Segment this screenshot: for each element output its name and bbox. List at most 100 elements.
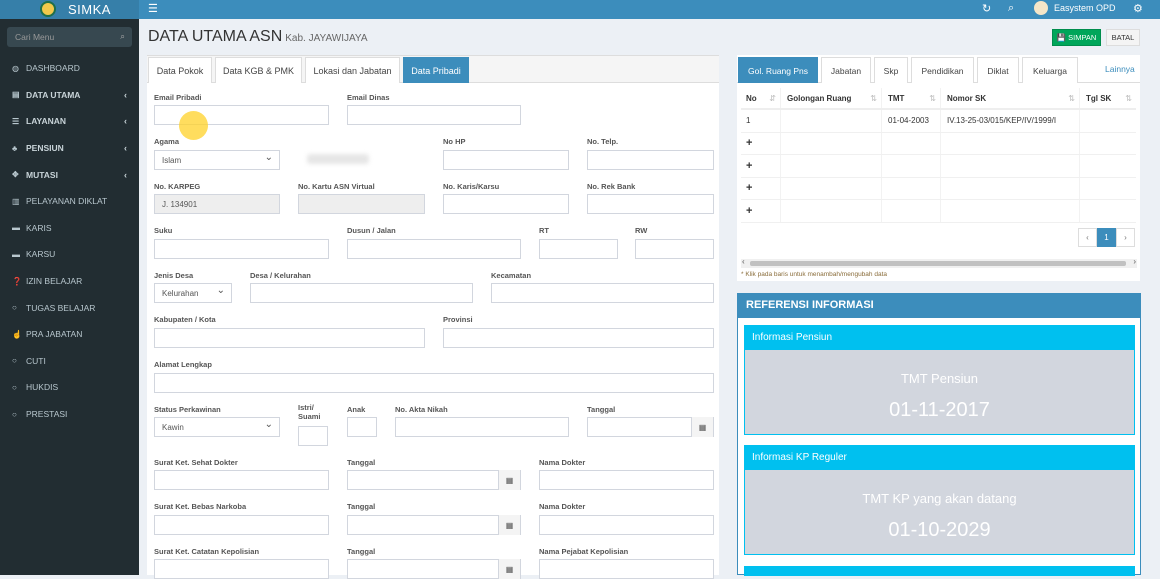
akta-input[interactable] xyxy=(395,417,569,437)
anak-input[interactable] xyxy=(347,417,377,437)
calendar-icon[interactable]: ▦ xyxy=(498,470,520,490)
list-icon: ☰ xyxy=(12,116,20,126)
add-row-icon[interactable]: + xyxy=(741,155,781,177)
no-karis-input[interactable] xyxy=(443,194,569,214)
lainnya-link[interactable]: Lainnya xyxy=(1105,64,1135,74)
sidebar-item-mutasi[interactable]: ✥ MUTASI ‹ xyxy=(0,161,139,188)
no-telp-input[interactable] xyxy=(587,150,714,170)
tab-skp[interactable]: Skp xyxy=(874,57,908,83)
provinsi-input[interactable] xyxy=(443,328,714,348)
col-no[interactable]: No ⇵ xyxy=(741,88,781,108)
chevron-left-icon: ‹ xyxy=(124,143,127,154)
no-kartu-asn-input[interactable] xyxy=(298,194,425,214)
save-button[interactable]: 💾 SIMPAN xyxy=(1052,29,1101,46)
table-row[interactable]: + xyxy=(741,200,1136,223)
table-row[interactable]: + xyxy=(741,132,1136,155)
sidebar-item-hukdis[interactable]: ○ HUKDIS xyxy=(0,374,139,401)
sidebar-item-cuti[interactable]: ○ CUTI xyxy=(0,348,139,375)
suku-input[interactable] xyxy=(154,239,329,259)
tab-jabatan[interactable]: Jabatan xyxy=(821,57,871,83)
status-select[interactable]: Kawin xyxy=(154,417,280,437)
sidebar-item-dashboard[interactable]: ◍ DASHBOARD xyxy=(0,55,139,82)
email-dinas-input[interactable] xyxy=(347,105,521,125)
sidebar-item-pelayanan-diklat[interactable]: ▥ PELAYANAN DIKLAT xyxy=(0,188,139,215)
sidebar-item-tugas-belajar[interactable]: ○ TUGAS BELAJAR xyxy=(0,294,139,321)
sidebar-item-layanan[interactable]: ☰ LAYANAN ‹ xyxy=(0,108,139,135)
cell-empty xyxy=(942,177,1080,199)
page-1-button[interactable]: 1 xyxy=(1097,228,1116,247)
user-menu[interactable]: Easystem OPD xyxy=(1034,1,1116,15)
search-input[interactable]: Cari Menu ⌕ xyxy=(7,27,132,47)
table-row[interactable]: + xyxy=(741,155,1136,178)
search-icon[interactable]: ⌕ xyxy=(1008,2,1014,15)
tab-keluarga[interactable]: Keluarga xyxy=(1022,57,1078,83)
sidebar-item-pensiun[interactable]: ♣ PENSIUN ‹ xyxy=(0,135,139,162)
alamat-input[interactable] xyxy=(154,373,714,393)
tab-data-kgb[interactable]: Data KGB & PMK xyxy=(215,57,302,83)
scroll-left-icon[interactable]: ‹ xyxy=(742,257,745,266)
table-row[interactable]: + xyxy=(741,177,1136,200)
brand[interactable]: SIMKA xyxy=(0,0,139,19)
calendar-icon[interactable]: ▦ xyxy=(498,559,520,579)
sidebar-item-prestasi[interactable]: ○ PRESTASI xyxy=(0,401,139,428)
add-row-icon[interactable]: + xyxy=(741,200,781,222)
table-row[interactable]: 1 01-04-2003 IV.13-25-03/015/KEP/IV/1999… xyxy=(741,110,1136,133)
search-icon[interactable]: ⌕ xyxy=(120,31,125,42)
col-nomor-sk[interactable]: Nomor SK ⇅ xyxy=(942,88,1080,108)
sidebar-item-karsu[interactable]: ▬ KARSU xyxy=(0,241,139,268)
col-tgl-sk[interactable]: Tgl SK ⇅ xyxy=(1081,88,1136,108)
sehat-input[interactable] xyxy=(154,470,329,490)
horizontal-scrollbar[interactable]: ‹ › xyxy=(741,257,1137,268)
next-page-button[interactable]: › xyxy=(1116,228,1135,247)
jenis-desa-select[interactable]: Kelurahan xyxy=(154,283,232,303)
add-row-icon[interactable]: + xyxy=(741,177,781,199)
menu-toggle-icon[interactable]: ☰ xyxy=(148,2,158,15)
sidebar-item-data-utama[interactable]: ▤ DATA UTAMA ‹ xyxy=(0,82,139,109)
gears-icon[interactable]: ⚙ xyxy=(1133,2,1143,15)
nama-dokter-input[interactable] xyxy=(539,470,714,490)
no-hp-input[interactable] xyxy=(443,150,569,170)
tab-diklat[interactable]: Diklat xyxy=(977,57,1019,83)
tab-gol-ruang[interactable]: Gol. Ruang Pns xyxy=(738,57,818,83)
nama-dokter-2-input[interactable] xyxy=(539,515,714,535)
polisi-input[interactable] xyxy=(154,559,329,579)
pejabat-input[interactable] xyxy=(539,559,714,579)
sidebar-item-izin-belajar[interactable]: ❓ IZIN BELAJAR xyxy=(0,268,139,295)
desa-input[interactable] xyxy=(250,283,473,303)
col-tmt[interactable]: TMT ⇅ xyxy=(883,88,941,108)
tanggal-narkoba-input[interactable]: ▦ xyxy=(347,515,521,535)
calendar-icon[interactable]: ▦ xyxy=(691,417,713,437)
col-golongan[interactable]: Golongan Ruang ⇅ xyxy=(782,88,882,108)
tanggal-sehat-input[interactable]: ▦ xyxy=(347,470,521,490)
no-karpeg-input[interactable]: J. 134901 xyxy=(154,194,280,214)
tab-pendidikan[interactable]: Pendidikan xyxy=(911,57,974,83)
narkoba-input[interactable] xyxy=(154,515,329,535)
calendar-icon[interactable]: ▦ xyxy=(498,515,520,535)
dusun-input[interactable] xyxy=(347,239,521,259)
tab-data-pokok[interactable]: Data Pokok xyxy=(148,57,212,83)
sidebar-item-label: MUTASI xyxy=(26,169,58,180)
no-rek-input[interactable] xyxy=(587,194,714,214)
cancel-button[interactable]: BATAL xyxy=(1106,29,1140,46)
tab-data-pribadi[interactable]: Data Pribadi xyxy=(403,57,469,83)
rw-input[interactable] xyxy=(635,239,714,259)
sidebar-item-pra-jabatan[interactable]: ☝ PRA JABATAN xyxy=(0,321,139,348)
tanggal-nikah-input[interactable]: ▦ xyxy=(587,417,714,437)
sidebar-item-karis[interactable]: ▬ KARIS xyxy=(0,215,139,242)
prev-page-button[interactable]: ‹ xyxy=(1078,228,1097,247)
refresh-icon[interactable]: ↻ xyxy=(982,2,991,15)
tab-lokasi-jabatan[interactable]: Lokasi dan Jabatan xyxy=(305,57,400,83)
circle-icon: ○ xyxy=(12,356,17,366)
agama-select[interactable]: Islam xyxy=(154,150,280,170)
rt-input[interactable] xyxy=(539,239,618,259)
istri-input[interactable] xyxy=(298,426,328,446)
kabupaten-input[interactable] xyxy=(154,328,425,348)
form-panel: Data Pokok Data KGB & PMK Lokasi dan Jab… xyxy=(147,55,719,579)
scrollbar-thumb[interactable] xyxy=(750,261,1126,266)
golongan-table: No ⇵ Golongan Ruang ⇅ TMT ⇅ Nomor SK ⇅ Tgl S… xyxy=(741,88,1136,223)
scroll-right-icon[interactable]: › xyxy=(1133,257,1136,266)
tanggal-polisi-input[interactable]: ▦ xyxy=(347,559,521,579)
sidebar-item-label: TUGAS BELAJAR xyxy=(26,302,96,313)
add-row-icon[interactable]: + xyxy=(741,132,781,154)
kecamatan-input[interactable] xyxy=(491,283,714,303)
